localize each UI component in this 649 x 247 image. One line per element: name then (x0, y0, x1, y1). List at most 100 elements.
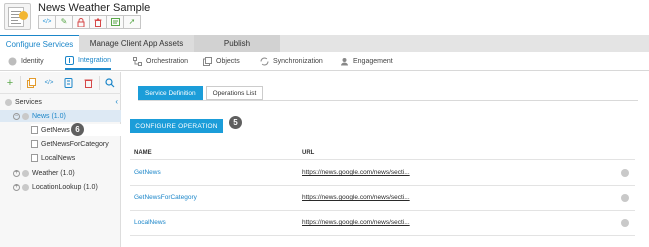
app-title: News Weather Sample (38, 2, 151, 14)
tree-item-label: GetNews (41, 126, 70, 134)
tree-item-getnewsforcategory[interactable]: GetNewsForCategory (31, 138, 109, 150)
service-icon (22, 112, 29, 120)
services-panel: + </> Services ‹ − News (1.0) GetNews Ge… (0, 72, 121, 247)
operation-name-link[interactable]: GetNewsForCategory (134, 194, 197, 201)
collapse-toggle-icon[interactable]: − (13, 112, 20, 120)
edit-button[interactable]: ✎ (55, 15, 73, 29)
remove-row-icon[interactable] (621, 194, 629, 202)
copy-service-button[interactable] (25, 77, 37, 89)
operation-url-link[interactable]: https://news.google.com/news/secti... (302, 169, 410, 176)
app-toolbar: </> ✎ ➚ (38, 15, 141, 29)
remove-row-icon[interactable] (621, 219, 629, 227)
edit-icon: ✎ (60, 17, 68, 26)
tab-operations-list[interactable]: Operations List (205, 86, 264, 100)
engagement-icon (340, 57, 349, 66)
detail-tabs: Service Definition Operations List (138, 86, 266, 100)
tabs-divider (138, 100, 638, 101)
plus-icon: + (6, 77, 14, 89)
operation-name-link[interactable]: LocalNews (134, 219, 166, 226)
column-header-name: NAME (134, 150, 152, 156)
tree-item-label: GetNewsForCategory (41, 140, 109, 148)
column-header-url: URL (302, 150, 315, 156)
tree-item-label: Weather (1.0) (32, 169, 75, 177)
operation-icon (31, 126, 38, 134)
code-icon: </> (44, 80, 54, 86)
operation-url-link[interactable]: https://news.google.com/news/secti... (302, 219, 410, 226)
tab-publish[interactable]: Publish (194, 35, 280, 52)
tree-item-label: LocationLookup (1.0) (32, 183, 98, 191)
service-icon (22, 169, 29, 177)
service-detail-panel: Service Definition Operations List CONFI… (122, 72, 649, 247)
objects-icon (203, 56, 212, 66)
tree-item-localnews[interactable]: LocalNews (31, 152, 75, 164)
sync-icon (260, 57, 269, 66)
search-icon (105, 78, 115, 88)
tab-service-definition[interactable]: Service Definition (138, 86, 203, 100)
main-tabs: Configure Services Manage Client App Ass… (0, 35, 649, 52)
add-service-button[interactable]: + (4, 77, 16, 89)
remove-row-icon[interactable] (621, 169, 629, 177)
tab-manage-client-app-assets[interactable]: Manage Client App Assets (79, 35, 194, 52)
table-divider (130, 159, 635, 160)
step-badge: 6 (71, 123, 84, 136)
table-divider (130, 185, 635, 186)
tab-configure-services[interactable]: Configure Services (0, 35, 79, 52)
link-button[interactable] (62, 77, 74, 89)
orchestration-icon (133, 56, 142, 66)
lock-button[interactable] (72, 15, 90, 29)
operation-name-link[interactable]: GetNews (134, 169, 161, 176)
trash-icon (84, 79, 92, 88)
integration-icon (65, 55, 74, 65)
services-header: Services ‹ (0, 96, 121, 108)
table-divider (130, 235, 635, 236)
tree-item-label: LocalNews (41, 154, 76, 162)
app-header: News Weather Sample </> ✎ ➚ (0, 0, 649, 33)
delete-service-button[interactable] (82, 77, 94, 89)
delete-button[interactable] (89, 15, 107, 29)
code-button[interactable]: </> (38, 15, 56, 29)
subtab-identity-label: Identity (21, 57, 44, 65)
subtab-synchronization-label: Synchronization (273, 57, 323, 65)
services-toolbar: + </> (0, 72, 121, 94)
link-icon (64, 78, 72, 88)
lock-icon (77, 17, 85, 27)
identity-icon (8, 57, 17, 66)
subtab-synchronization[interactable]: Synchronization (260, 52, 323, 70)
subtab-objects-label: Objects (216, 57, 240, 65)
tree-item-locationlookup[interactable]: + LocationLookup (1.0) (13, 181, 98, 193)
collapse-panel-icon[interactable]: ‹ (115, 97, 118, 106)
step-badge: 5 (229, 116, 242, 129)
subtab-engagement[interactable]: Engagement (340, 52, 393, 70)
sun-icon (19, 11, 28, 20)
share-icon: ➚ (128, 17, 136, 26)
share-button[interactable]: ➚ (123, 15, 141, 29)
subtab-orchestration-label: Orchestration (146, 57, 189, 65)
operation-url-link[interactable]: https://news.google.com/news/secti... (302, 194, 410, 201)
table-divider (130, 210, 635, 211)
code-view-button[interactable]: </> (43, 77, 55, 89)
code-icon: </> (42, 19, 52, 25)
subtab-engagement-label: Engagement (353, 57, 393, 65)
publish-icon (110, 18, 120, 26)
services-label: Services (15, 98, 42, 106)
sub-tabs: Identity Integration Orchestration Objec… (0, 52, 649, 71)
expand-toggle-icon[interactable]: + (13, 183, 20, 191)
operation-icon (31, 154, 38, 162)
configure-operation-button[interactable]: CONFIGURE OPERATION (130, 119, 223, 133)
tree-item-news[interactable]: − News (1.0) (0, 110, 121, 122)
subtab-integration[interactable]: Integration (65, 52, 112, 70)
subtab-integration-label: Integration (78, 56, 112, 64)
subtab-objects[interactable]: Objects (203, 52, 240, 70)
copy-icon (26, 78, 36, 88)
service-icon (22, 183, 29, 191)
search-services-button[interactable] (104, 77, 116, 89)
app-icon (4, 3, 31, 30)
subtab-orchestration[interactable]: Orchestration (133, 52, 188, 70)
services-icon (5, 98, 12, 106)
expand-toggle-icon[interactable]: + (13, 169, 20, 177)
tree-item-weather[interactable]: + Weather (1.0) (13, 167, 75, 179)
operation-icon (31, 140, 38, 148)
subtab-identity[interactable]: Identity (8, 52, 44, 70)
delete-icon (94, 18, 102, 27)
publish-button[interactable] (106, 15, 124, 29)
